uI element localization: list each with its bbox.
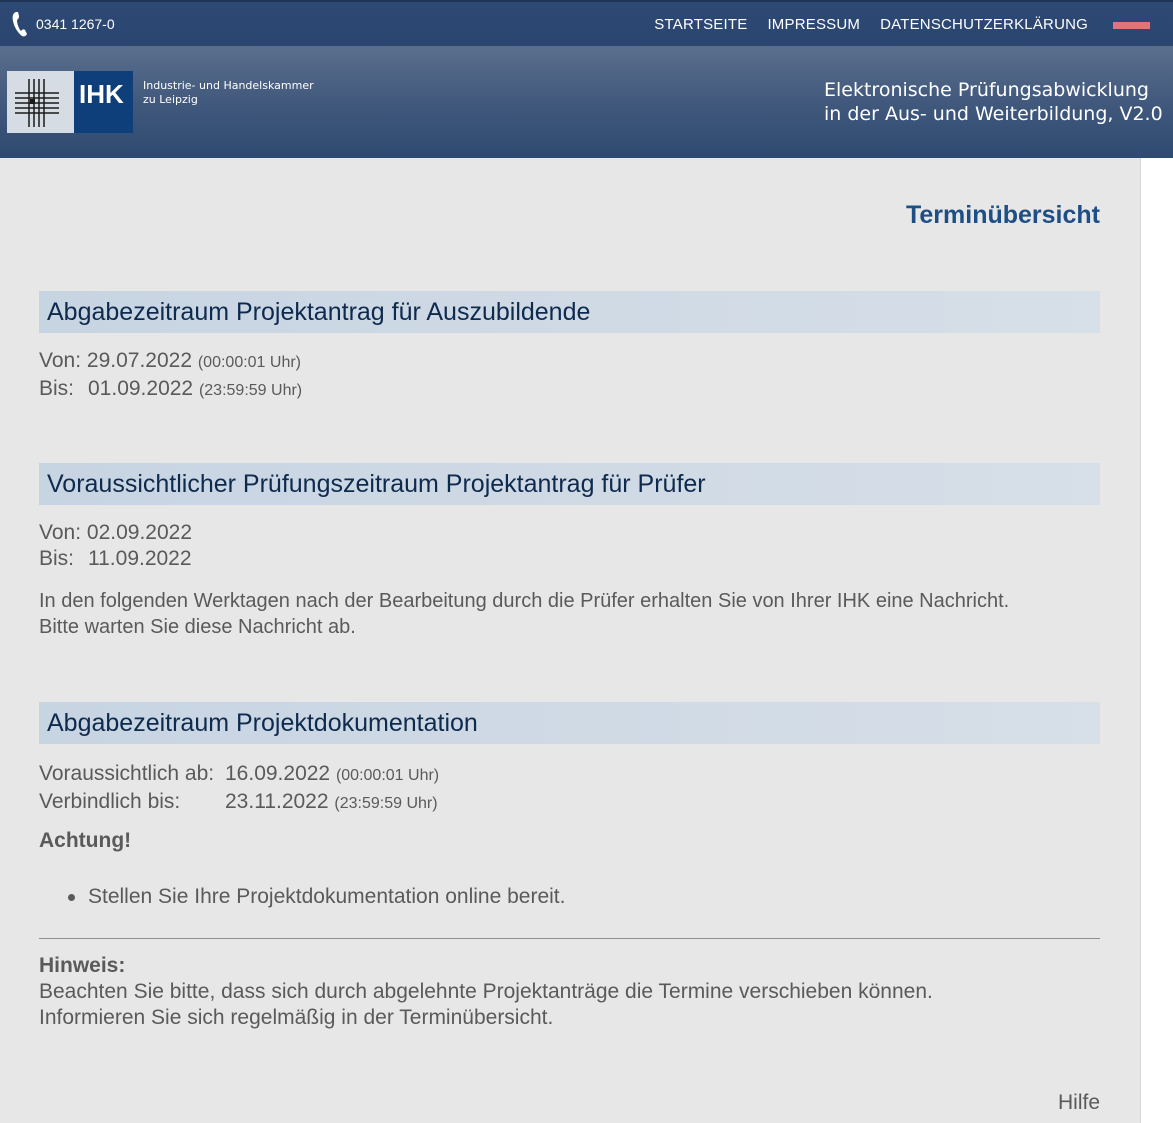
app-title-line2: in der Aus- und Weiterbildung, V2.0 [824, 103, 1163, 125]
section-heading-projektantrag: Abgabezeitraum Projektantrag für Auszubi… [39, 291, 1100, 333]
page-title: Terminübersicht [905, 201, 1100, 229]
section3-from-row: Voraussichtlich ab: 16.09.2022 (00:00:01 … [39, 761, 439, 789]
from-label: Voraussichtlich ab: [39, 762, 215, 785]
hint-title: Hinweis: [39, 954, 126, 977]
list-item: Stellen Sie Ihre Projektdokumentation on… [68, 885, 565, 909]
nav-link-startseite[interactable]: STARTSEITE [654, 16, 747, 33]
from-label: Von: [39, 521, 82, 544]
nav-link-impressum[interactable]: IMPRESSUM [767, 16, 860, 33]
app-title: Elektronische Prüfungsabwicklung in der … [824, 78, 1163, 126]
app-title-line1: Elektronische Prüfungsabwicklung [824, 79, 1149, 101]
to-date: 11.09.2022 [88, 547, 192, 570]
help-link[interactable]: Hilfe [1058, 1091, 1100, 1115]
to-time: (23:59:59 Uhr) [198, 382, 303, 399]
logo-text-line1: Industrie- und Handelskammer [143, 79, 314, 92]
section2-dates: Von: 02.09.2022 Bis: 11.09.2022 [39, 520, 192, 572]
to-time: (23:59:59 Uhr) [334, 795, 438, 812]
hint-box: Hinweis: Beachten Sie bitte, dass sich d… [39, 953, 933, 1031]
section2-from-row: Von: 02.09.2022 [39, 520, 192, 546]
from-time: (00:00:01 Uhr) [335, 767, 440, 784]
site-header: IHK Industrie- und Handelskammer zu Leip… [0, 46, 1173, 158]
hint-line1: Beachten Sie bitte, dass sich durch abge… [39, 980, 933, 1003]
from-label: Von: [39, 349, 82, 372]
from-date: 29.07.2022 [86, 349, 192, 372]
to-label: Bis: [39, 377, 75, 400]
top-bar: 0341 1267-0 STARTSEITE IMPRESSUM DATENSC… [0, 0, 1173, 46]
section1-to-row: Bis: 01.09.2022 (23:59:59 Uhr) [39, 376, 302, 404]
note-line2: Bitte warten Sie diese Nachricht ab. [39, 616, 356, 638]
note-line1: In den folgenden Werktagen nach der Bear… [39, 590, 1010, 612]
language-flag[interactable] [1113, 22, 1150, 29]
section2-note: In den folgenden Werktagen nach der Bear… [39, 588, 1009, 640]
ihk-logo[interactable]: IHK [7, 71, 133, 133]
section3-dates: Voraussichtlich ab: 16.09.2022 (00:00:01 … [39, 761, 439, 817]
section3-to-row: Verbindlich bis: 23.11.2022 (23:59:59 Uhr… [39, 789, 439, 817]
phone-contact: 0341 1267-0 [12, 11, 115, 37]
section1-from-row: Von: 29.07.2022 (00:00:01 Uhr) [39, 348, 302, 376]
top-nav: STARTSEITE IMPRESSUM DATENSCHUTZERKLÄRUN… [634, 16, 1088, 33]
bullet-icon [68, 893, 75, 901]
main-content: Terminübersicht Abgabezeitraum Projektan… [0, 158, 1141, 1123]
logo-grid-icon [7, 71, 74, 133]
from-date: 16.09.2022 [225, 762, 331, 785]
section2-to-row: Bis: 11.09.2022 [39, 546, 192, 572]
to-date: 23.11.2022 [225, 790, 329, 813]
hint-line2: Informieren Sie sich regelmäßig in der T… [39, 1006, 554, 1029]
divider [39, 938, 1100, 939]
section1-dates: Von: 29.07.2022 (00:00:01 Uhr) Bis: 01.09… [39, 348, 302, 404]
to-label: Bis: [39, 547, 75, 570]
logo-text: Industrie- und Handelskammer zu Leipzig [143, 79, 314, 107]
logo-ihk-mark: IHK [74, 71, 133, 133]
to-label: Verbindlich bis: [39, 790, 181, 813]
logo-text-line2: zu Leipzig [143, 93, 198, 106]
warning-label: Achtung! [39, 829, 132, 852]
from-date: 02.09.2022 [86, 521, 192, 544]
phone-number: 0341 1267-0 [36, 16, 115, 32]
section-heading-pruefungszeitraum: Voraussichtlicher Prüfungszeitraum Proje… [39, 463, 1100, 505]
from-time: (00:00:01 Uhr) [197, 354, 302, 371]
list-item-text: Stellen Sie Ihre Projektdokumentation on… [88, 885, 566, 908]
phone-icon [12, 12, 27, 37]
to-date: 01.09.2022 [88, 377, 194, 400]
section-heading-projektdokumentation: Abgabezeitraum Projektdokumentation [39, 702, 1100, 744]
nav-link-datenschutz[interactable]: DATENSCHUTZERKLÄRUNG [880, 16, 1088, 33]
